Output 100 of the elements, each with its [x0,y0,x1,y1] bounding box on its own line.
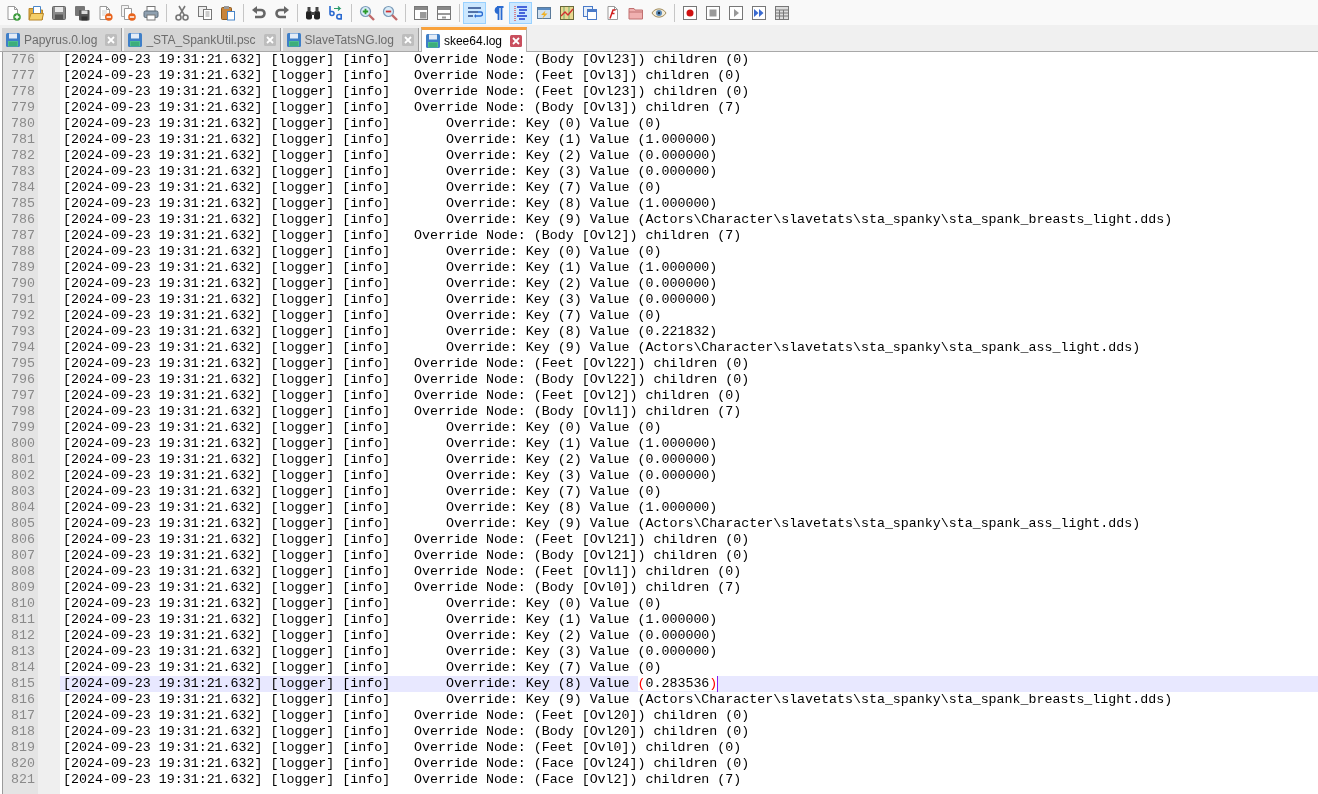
page-minus-icon [96,4,113,21]
log-line: [2024-09-23 19:31:21.632] [logger] [info] Override Node: (Feet [Ovl0]) children (0) [63,740,742,756]
line-number: 782 [10,148,36,164]
log-line: [2024-09-23 19:31:21.632] [logger] [info] Override: Key (9) Value (Actors\Character\slavetats\sta_spanky\sta_spank_breasts_light.dds) [63,212,1173,228]
indent-guide-button[interactable] [509,1,532,24]
zoom-in-icon [358,4,375,21]
log-line: [2024-09-23 19:31:21.632] [logger] [info] Override Node: (Feet [Ovl23]) children (0) [63,84,750,100]
line-number: 804 [10,500,36,516]
log-line: [2024-09-23 19:31:21.632] [logger] [info] Override: Key (2) Value (0.000000) [63,148,718,164]
log-line: [2024-09-23 19:31:21.632] [logger] [info] Override: Key (0) Value (0) [63,420,662,436]
log-line: [2024-09-23 19:31:21.632] [logger] [info] Override Node: (Feet [Ovl2]) children (0) [63,388,742,404]
log-line: [2024-09-23 19:31:21.632] [logger] [info] Override: Key (7) Value (0) [63,484,662,500]
stop-icon [704,4,721,21]
file-tab[interactable]: SlaveTatsNG.log [282,28,419,51]
file-tab[interactable]: skee64.log [420,27,527,52]
replace-icon [327,4,344,21]
line-number: 796 [10,372,36,388]
line-number: 783 [10,164,36,180]
page-plus-icon [4,4,21,21]
line-number: 815 [10,676,36,692]
log-line: [2024-09-23 19:31:21.632] [logger] [info] Override: Key (9) Value (Actors\Character\slavetats\sta_spanky\sta_spank_ass_light.dds) [63,340,1141,356]
redo-arrow-icon [273,4,290,21]
line-number: 802 [10,468,36,484]
log-line: [2024-09-23 19:31:21.632] [logger] [info] Override: Key (0) Value (0) [63,244,662,260]
line-number: 807 [10,548,36,564]
log-line: [2024-09-23 19:31:21.632] [logger] [info] Override Node: (Body [Ovl23]) children (0) [63,52,750,68]
line-number: 791 [10,292,36,308]
zoom-out-icon [381,4,398,21]
line-number: 790 [10,276,36,292]
log-line: [2024-09-23 19:31:21.632] [logger] [info] Override: Key (7) Value (0) [63,660,662,676]
log-line: [2024-09-23 19:31:21.632] [logger] [info] Override: Key (8) Value (0.283536) [63,676,718,692]
log-line: [2024-09-23 19:31:21.632] [logger] [info] Override: Key (0) Value (0) [63,596,662,612]
grid-icon [773,4,790,21]
line-number: 818 [10,724,36,740]
scissors-icon [173,4,190,21]
binoculars-icon [304,4,321,21]
log-line: [2024-09-23 19:31:21.632] [logger] [info] Override Node: (Feet [Ovl3]) children (0) [63,68,742,84]
line-number: 809 [10,580,36,596]
record-icon [681,4,698,21]
line-number: 793 [10,324,36,340]
line-number: 784 [10,180,36,196]
line-number: 788 [10,244,36,260]
window-icon [412,4,429,21]
line-number: 806 [10,532,36,548]
line-number: 820 [10,756,36,772]
line-number: 813 [10,644,36,660]
lightning-window-icon [535,4,552,21]
line-number: 800 [10,436,36,452]
line-number: 779 [10,100,36,116]
log-line: [2024-09-23 19:31:21.632] [logger] [info] Override: Key (7) Value (0) [63,308,662,324]
window-icon [435,4,452,21]
log-line: [2024-09-23 19:31:21.632] [logger] [info] Override: Key (3) Value (0.000000) [63,644,718,660]
log-line: [2024-09-23 19:31:21.632] [logger] [info] Override Node: (Feet [Ovl1]) children (0) [63,564,742,580]
line-number: 808 [10,564,36,580]
file-tab[interactable]: Papyrus.0.log [2,28,123,51]
log-line: [2024-09-23 19:31:21.632] [logger] [info] Override Node: (Body [Ovl22]) children (0) [63,372,750,388]
log-line: [2024-09-23 19:31:21.632] [logger] [info] Override: Key (9) Value (Actors\Character\slavetats\sta_spanky\sta_spank_ass_light.dds) [63,516,1141,532]
log-line: [2024-09-23 19:31:21.632] [logger] [info] Override Node: (Body [Ovl3]) children (7) [63,100,742,116]
word-wrap-button[interactable] [463,1,486,24]
indent-lines-icon [512,4,529,21]
floppy-disks-icon [73,4,90,21]
line-number: 797 [10,388,36,404]
line-number: 817 [10,708,36,724]
log-line: [2024-09-23 19:31:21.632] [logger] [info] Override Node: (Body [Ovl1]) children (7) [63,404,742,420]
line-number: 794 [10,340,36,356]
line-number: 811 [10,612,36,628]
file-tab[interactable]: _STA_SpankUtil.psc [124,28,281,51]
line-number: 801 [10,452,36,468]
line-number: 780 [10,116,36,132]
log-line: [2024-09-23 19:31:21.632] [logger] [info] Override: Key (3) Value (0.000000) [63,292,718,308]
line-number: 786 [10,212,36,228]
log-line: [2024-09-23 19:31:21.632] [logger] [info] Override: Key (1) Value (1.000000) [63,436,718,452]
line-number: 781 [10,132,36,148]
line-number: 810 [10,596,36,612]
map-icon [558,4,575,21]
log-line: [2024-09-23 19:31:21.632] [logger] [info] Override: Key (8) Value (0.221832) [63,324,718,340]
log-line: [2024-09-23 19:31:21.632] [logger] [info] Override: Key (7) Value (0) [63,180,662,196]
text-editor[interactable] [2,52,1318,794]
copy-icon [196,4,213,21]
close-icon[interactable] [510,35,522,47]
log-line: [2024-09-23 19:31:21.632] [logger] [info] Override Node: (Face [Ovl2]) children (7) [63,772,742,788]
log-line: [2024-09-23 19:31:21.632] [logger] [info] Override: Key (9) Value (Actors\Character\slavetats\sta_spanky\sta_spank_breasts_light.dds) [63,692,1173,708]
line-number: 814 [10,660,36,676]
line-number: 821 [10,772,36,788]
log-line: [2024-09-23 19:31:21.632] [logger] [info] Override Node: (Feet [Ovl20]) children (0) [63,708,750,724]
line-number: 799 [10,420,36,436]
log-line: [2024-09-23 19:31:21.632] [logger] [info] Override: Key (3) Value (0.000000) [63,164,718,180]
log-line: [2024-09-23 19:31:21.632] [logger] [info] Override Node: (Body [Ovl2]) children (7) [63,228,742,244]
log-line: [2024-09-23 19:31:21.632] [logger] [info] Override: Key (1) Value (1.000000) [63,132,718,148]
line-number: 789 [10,260,36,276]
function-page-icon [604,4,621,21]
pages-minus-icon [119,4,136,21]
log-line: [2024-09-23 19:31:21.632] [logger] [info] Override Node: (Face [Ovl24]) children (0) [63,756,750,772]
log-line: [2024-09-23 19:31:21.632] [logger] [info] Override Node: (Feet [Ovl22]) children (0) [63,356,750,372]
line-number: 798 [10,404,36,420]
line-number: 805 [10,516,36,532]
log-line: [2024-09-23 19:31:21.632] [logger] [info] Override: Key (1) Value (1.000000) [63,260,718,276]
line-number: 792 [10,308,36,324]
log-line: [2024-09-23 19:31:21.632] [logger] [info] Override: Key (1) Value (1.000000) [63,612,718,628]
log-line: [2024-09-23 19:31:21.632] [logger] [info] Override Node: (Body [Ovl21]) children (0) [63,548,750,564]
